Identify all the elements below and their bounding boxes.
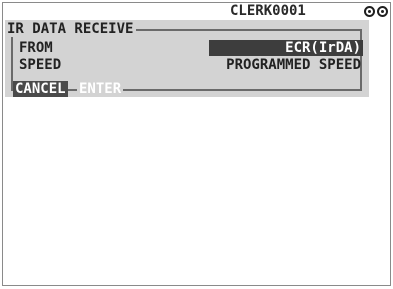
circle-indicator-icon [364, 6, 375, 17]
dialog-title: IR DATA RECEIVE [7, 21, 137, 37]
lcd-display: CLERK0001 IR DATA RECEIVE FROM ECR(IrDA)… [2, 2, 391, 286]
cancel-button[interactable]: CANCEL [13, 81, 68, 97]
ecr-screen: CLERK0001 IR DATA RECEIVE FROM ECR(IrDA)… [0, 0, 393, 289]
enter-button[interactable]: ENTER [77, 81, 124, 97]
clerk-label: CLERK0001 [230, 3, 306, 19]
ir-data-receive-panel: IR DATA RECEIVE FROM ECR(IrDA) SPEED PRO… [5, 20, 369, 97]
from-label: FROM [19, 40, 53, 56]
speed-label: SPEED [19, 57, 62, 73]
status-icons [364, 6, 388, 17]
status-bar: CLERK0001 [3, 3, 390, 20]
speed-value-field[interactable]: PROGRAMMED SPEED [226, 57, 361, 73]
circle-indicator-icon [377, 6, 388, 17]
from-value-field[interactable]: ECR(IrDA) [209, 40, 363, 56]
